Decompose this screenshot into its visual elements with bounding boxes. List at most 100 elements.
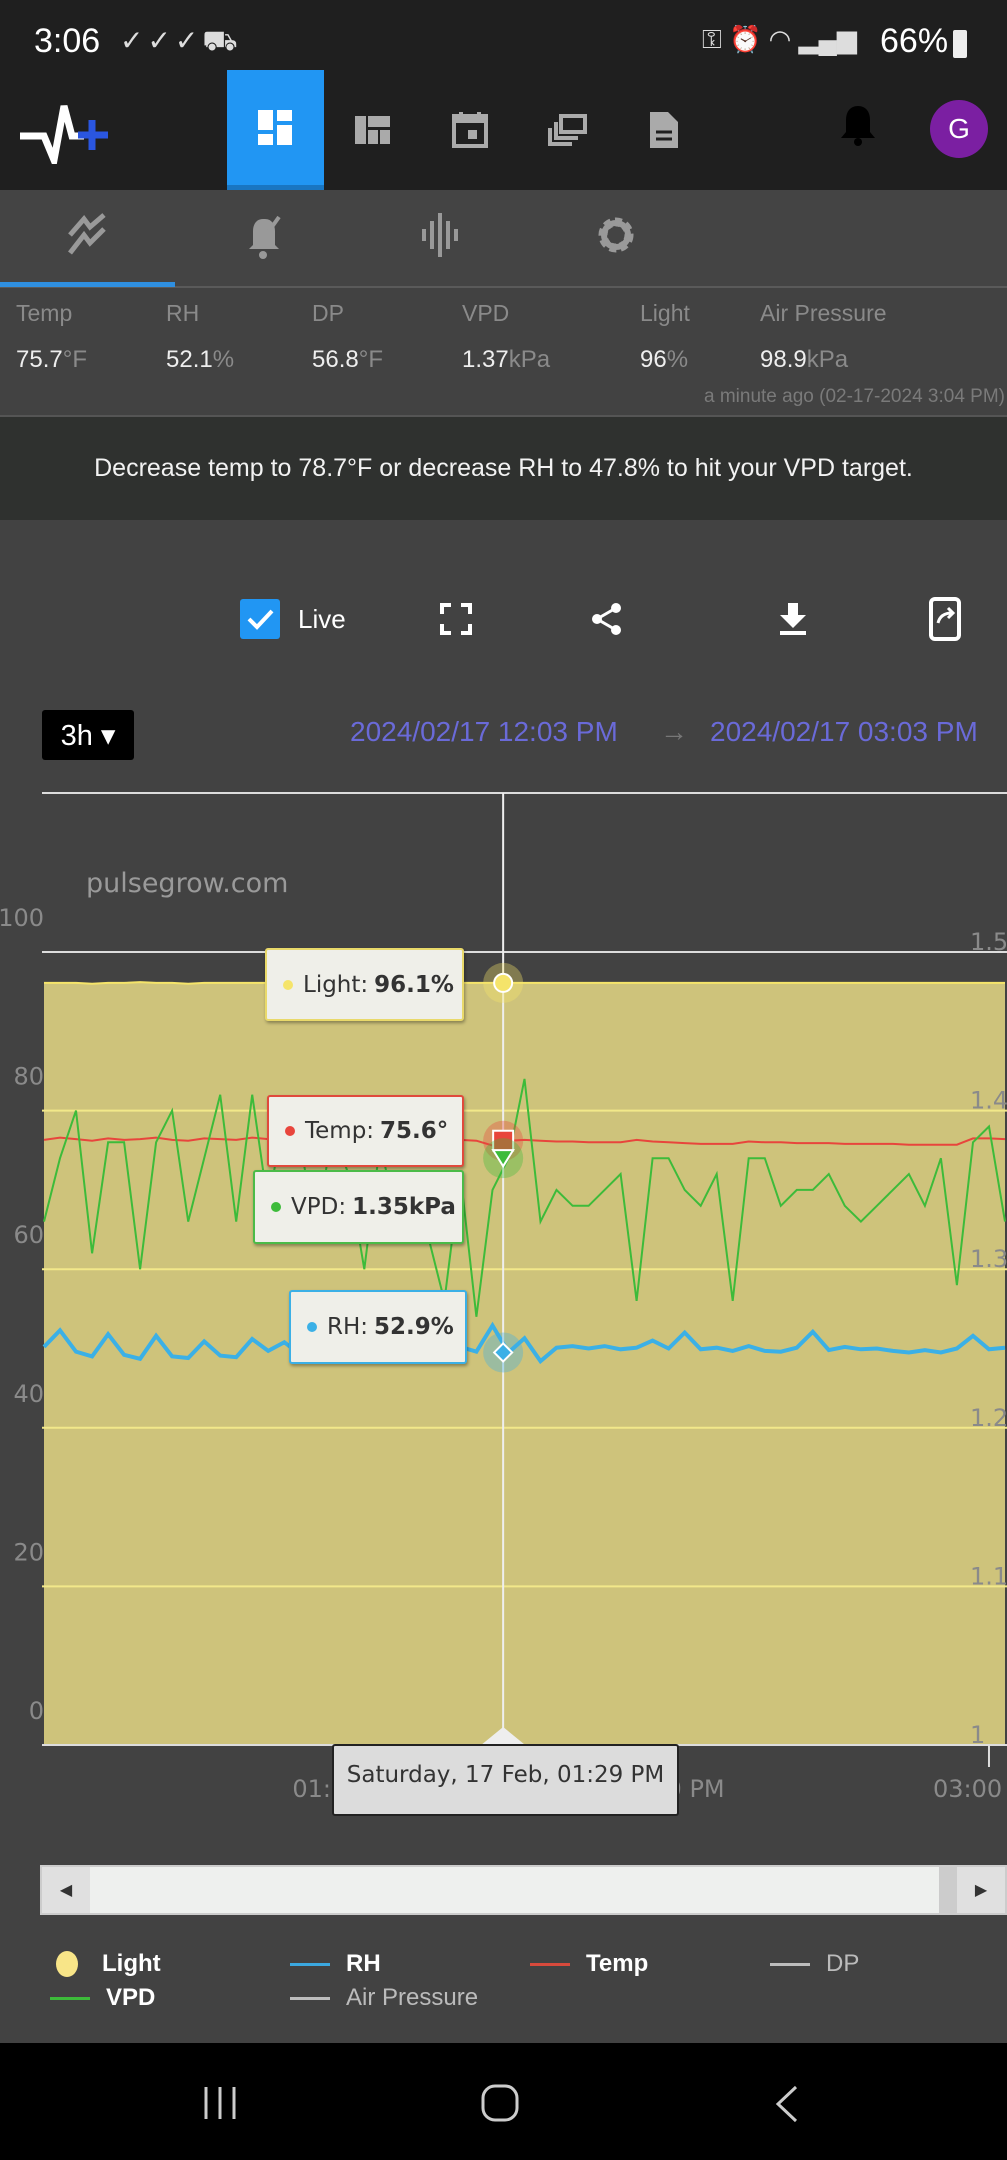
tooltip-vpd: VPD: 1.35kPa [253, 1170, 464, 1244]
status-bar: 3:06 ✓✓✓⛟ ⚿ ⏰ ◠ ▂▄▆ 66% [0, 0, 1007, 70]
fullscreen-icon [440, 603, 472, 635]
metric-number: 98.9 [760, 346, 807, 373]
scroll-thumb-handle[interactable] [939, 1867, 957, 1913]
tab-layout[interactable] [324, 70, 421, 190]
phone-export-icon [929, 597, 961, 641]
tab-charts[interactable] [48, 200, 128, 270]
crosshair-date-tooltip: Saturday, 17 Feb, 01:29 PM [332, 1744, 679, 1816]
download-icon [780, 603, 806, 635]
tab-dashboard[interactable] [227, 70, 324, 190]
legend-item[interactable]: Air Pressure [290, 1984, 478, 2012]
legend-item[interactable]: Light [50, 1950, 161, 1978]
scroll-left-button[interactable]: ◀ [42, 1867, 90, 1913]
range-start[interactable]: 2024/02/17 12:03 PM [350, 716, 618, 748]
tooltip-value: 96.1% [374, 971, 454, 998]
y-left-tick: 20 [13, 1538, 44, 1566]
tooltip-label: RH: [327, 1314, 369, 1340]
system-nav-bar [0, 2043, 1007, 2160]
metric-label: Air Pressure [760, 300, 887, 326]
recents-icon[interactable] [200, 2083, 240, 2128]
metric-unit: kPa [806, 346, 849, 373]
metric-value: 1.37kPa [462, 346, 550, 374]
tooltip-temp: Temp: 75.6° [267, 1095, 464, 1167]
metric-unit: % [666, 346, 689, 373]
avatar[interactable]: G [930, 100, 988, 158]
y-right-tick: 1.3 [970, 1245, 1007, 1273]
tooltip-value: 52.9% [374, 1314, 454, 1340]
x-tick: 03:00 PM [933, 1775, 1007, 1803]
chart[interactable]: pulsegrow.com 0 20 40 60 80 100 1 1.1 1.2 1.3 1.4 1.… [0, 780, 1007, 1840]
y-left-tick: 80 [13, 1063, 44, 1091]
download-button[interactable] [776, 595, 810, 643]
advice-text: Decrease temp to 78.7°F or decrease RH t… [94, 454, 913, 482]
tooltip-label: VPD: [291, 1194, 347, 1220]
legend-item[interactable]: DP [770, 1950, 859, 1978]
y-right-tick: 1 [970, 1721, 985, 1749]
y-left-tick: 40 [13, 1380, 44, 1408]
metric-label: DP [312, 300, 344, 326]
notification-icons: ✓✓✓⛟ [120, 25, 242, 56]
gear-icon [598, 217, 634, 253]
y-right-tick: 1.1 [970, 1562, 1007, 1590]
range-arrow: → [660, 716, 688, 747]
tooltip-value: 1.35kPa [352, 1194, 456, 1220]
legend-label: Air Pressure [346, 1984, 479, 2011]
metric-number: 96 [640, 346, 667, 373]
battery-icon [953, 30, 967, 58]
tab-settings[interactable] [576, 200, 656, 270]
bell-icon[interactable] [838, 102, 878, 153]
legend-item[interactable]: VPD [50, 1984, 155, 2012]
range-select[interactable]: 3h ▾ [42, 710, 134, 760]
y-right-tick: 1.5 [970, 928, 1007, 956]
tooltip-light: Light: 96.1% [265, 948, 464, 1021]
light-area [44, 982, 1005, 1745]
tab-devices[interactable] [518, 70, 615, 190]
back-icon[interactable] [768, 2083, 808, 2130]
tooltip-dot-icon [307, 1322, 317, 1332]
calendar-icon [451, 112, 488, 148]
metric-value: 98.9kPa [760, 346, 848, 374]
home-icon[interactable] [480, 2083, 522, 2130]
vpd-advice-banner: Decrease temp to 78.7°F or decrease RH t… [0, 415, 1007, 520]
share-button[interactable] [590, 595, 624, 643]
legend-label: DP [826, 1950, 860, 1977]
range-end[interactable]: 2024/02/17 03:03 PM [710, 716, 978, 748]
tooltip-dot-icon [271, 1202, 281, 1212]
tab-sensors[interactable] [400, 200, 480, 270]
export-button[interactable] [928, 595, 962, 643]
live-checkbox[interactable] [240, 599, 280, 639]
status-time: 3:06 [34, 22, 101, 60]
chart-scrollbar[interactable]: ◀ ▶ [40, 1865, 1007, 1915]
tab-reports[interactable] [615, 70, 712, 190]
devices-icon [547, 114, 587, 146]
metric-unit: °F [358, 346, 383, 373]
live-toggle[interactable]: Live [240, 595, 346, 643]
metric-label: Temp [16, 300, 73, 326]
legend-label: VPD [106, 1984, 156, 2011]
tooltip-dot-icon [285, 1126, 295, 1136]
scroll-right-button[interactable]: ▶ [957, 1867, 1005, 1913]
legend-item[interactable]: Temp [530, 1950, 648, 1978]
metric-label: VPD [462, 300, 510, 326]
tab-calendar[interactable] [421, 70, 518, 190]
pulse-logo-icon[interactable] [18, 102, 112, 173]
metric-value: 96% [640, 346, 688, 374]
y-left-tick: 60 [13, 1221, 44, 1249]
tab-alerts[interactable] [225, 200, 305, 270]
metric-label: RH [166, 300, 200, 326]
tooltip-label: Temp: [305, 1118, 375, 1144]
check-icon [247, 609, 274, 630]
fullscreen-button[interactable] [440, 595, 472, 643]
tooltip-value: 75.6° [380, 1118, 449, 1144]
legend-label: RH [346, 1950, 381, 1977]
live-label: Live [298, 603, 346, 634]
metric-value: 56.8°F [312, 346, 383, 374]
tooltip-rh: RH: 52.9% [289, 1290, 467, 1364]
legend-item[interactable]: RH [290, 1950, 381, 1978]
active-tab-indicator [0, 282, 175, 287]
top-nav: G [0, 70, 1007, 190]
light-marker-icon [493, 972, 514, 993]
crosshair-date: Saturday, 17 Feb, 01:29 PM [346, 1762, 665, 1788]
watermark: pulsegrow.com [86, 868, 288, 899]
legend-line-icon [50, 1996, 90, 2000]
